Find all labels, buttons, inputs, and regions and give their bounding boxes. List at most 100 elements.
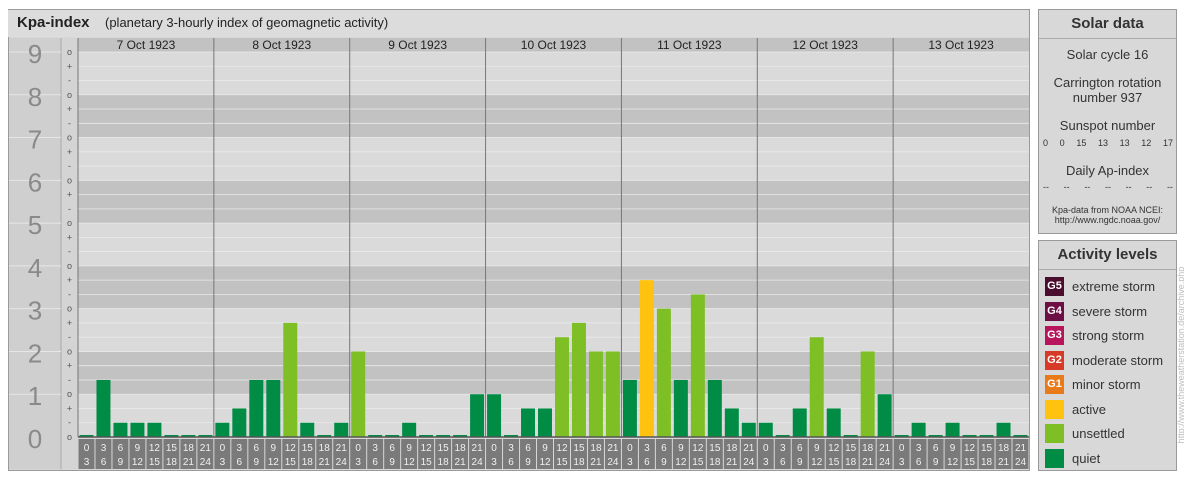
kp-bar xyxy=(402,422,417,437)
interval-end-label: 12 xyxy=(675,457,687,468)
legend-swatch: G2 xyxy=(1045,350,1064,370)
interval-start-label: 12 xyxy=(964,443,976,454)
interval-end-label: 21 xyxy=(590,457,602,468)
sunspot-value: 12 xyxy=(1141,138,1152,148)
kp-bar xyxy=(758,422,773,437)
interval-start-label: 6 xyxy=(254,443,260,454)
kp-band-8 xyxy=(78,52,1029,95)
y-sub-tick-label: + xyxy=(67,361,72,371)
interval-start-label: 18 xyxy=(455,443,467,454)
legend-label: moderate storm xyxy=(1072,352,1164,368)
legend-label: severe storm xyxy=(1072,303,1148,319)
sunspot-value: 13 xyxy=(1097,138,1108,148)
legend-swatch: G1 xyxy=(1045,375,1064,394)
interval-end-label: 9 xyxy=(118,457,124,468)
y-sub-tick-label: - xyxy=(68,332,71,342)
kp-bar xyxy=(792,408,807,437)
interval-end-label: 3 xyxy=(220,457,226,468)
interval-start-label: 12 xyxy=(421,443,433,454)
kp-band-2 xyxy=(78,308,1029,352)
kp-bar xyxy=(334,422,349,437)
sunspot-value: 17 xyxy=(1162,138,1173,148)
interval-start-label: 6 xyxy=(933,443,939,454)
interval-start-label: 15 xyxy=(573,443,585,454)
legend-item: quiet xyxy=(1045,448,1175,469)
day-label: 10 Oct 1923 xyxy=(521,38,587,52)
y-tick-label: 1 xyxy=(28,381,42,411)
interval-end-label: 21 xyxy=(862,457,874,468)
day-label: 9 Oct 1923 xyxy=(388,38,447,52)
kp-band-6 xyxy=(78,137,1029,181)
interval-start-label: 6 xyxy=(525,443,531,454)
y-sub-tick-label: + xyxy=(67,232,72,242)
interval-end-label: 15 xyxy=(149,457,161,468)
interval-start-label: 6 xyxy=(661,443,667,454)
legend-swatch: G4 xyxy=(1045,301,1064,321)
legend-label: strong storm xyxy=(1072,328,1145,343)
interval-end-label: 12 xyxy=(947,457,959,468)
activity-levels-heading: Activity levels xyxy=(1039,241,1176,270)
interval-end-label: 9 xyxy=(254,457,260,468)
interval-end-label: 12 xyxy=(404,457,416,468)
interval-end-label: 6 xyxy=(644,457,650,468)
interval-start-label: 0 xyxy=(899,443,905,454)
interval-start-label: 15 xyxy=(981,443,993,454)
watermark: http://www.theweatherstation.de/archive.… xyxy=(1176,250,1184,470)
y-sub-tick-label: o xyxy=(67,346,72,356)
kp-bar xyxy=(521,408,536,437)
y-sub-tick-label: + xyxy=(67,318,72,328)
kp-bar xyxy=(470,394,485,437)
interval-end-label: 24 xyxy=(1015,457,1027,468)
interval-end-label: 24 xyxy=(336,457,348,468)
interval-end-label: 9 xyxy=(797,457,803,468)
interval-end-label: 18 xyxy=(845,457,857,468)
interval-start-label: 18 xyxy=(998,443,1010,454)
kp-bar xyxy=(266,379,281,437)
interval-end-label: 24 xyxy=(879,457,891,468)
y-sub-tick-label: - xyxy=(68,161,71,171)
interval-end-label: 3 xyxy=(763,457,769,468)
watermark-text: http://www.theweatherstation.de/archive.… xyxy=(1176,266,1184,444)
legend-label: unsettled xyxy=(1072,426,1125,441)
interval-start-label: 3 xyxy=(101,443,107,454)
interval-start-label: 6 xyxy=(797,443,803,454)
interval-start-label: 9 xyxy=(950,443,956,454)
interval-start-label: 6 xyxy=(118,443,124,454)
kp-bar xyxy=(232,408,247,437)
interval-start-label: 15 xyxy=(438,443,450,454)
kp-bar xyxy=(724,408,739,437)
data-source-line-2: http://www.ngdc.noaa.gov/ xyxy=(1054,215,1161,225)
legend-swatch xyxy=(1045,448,1064,468)
day-label: 11 Oct 1923 xyxy=(657,38,722,52)
y-sub-tick-label: o xyxy=(67,175,72,185)
interval-end-label: 21 xyxy=(183,457,195,468)
kp-bar xyxy=(877,394,892,437)
interval-start-label: 18 xyxy=(183,443,195,454)
interval-end-label: 12 xyxy=(132,457,144,468)
ap-index-value: -- xyxy=(1084,182,1091,192)
y-sub-tick-label: - xyxy=(68,76,71,86)
interval-start-label: 3 xyxy=(916,443,922,454)
interval-start-label: 21 xyxy=(879,443,891,454)
kp-bar xyxy=(656,308,671,437)
y-sub-tick-label: - xyxy=(68,289,71,299)
kp-bar xyxy=(639,280,654,437)
interval-start-label: 9 xyxy=(542,443,548,454)
ap-index-value: -- xyxy=(1104,182,1111,192)
interval-start-label: 0 xyxy=(491,443,497,454)
legend-item: G3 strong storm xyxy=(1045,326,1175,346)
interval-start-label: 18 xyxy=(726,443,738,454)
y-tick-label: 4 xyxy=(28,253,42,283)
y-sub-tick-label: + xyxy=(67,403,72,413)
y-sub-tick-label: + xyxy=(67,147,72,157)
day-label: 8 Oct 1923 xyxy=(252,38,311,52)
sunspot-value: 0 xyxy=(1059,138,1065,148)
kp-bar xyxy=(571,322,586,437)
interval-start-label: 15 xyxy=(302,443,314,454)
solar-cycle-text: Solar cycle 16 xyxy=(1066,47,1149,62)
kp-bar xyxy=(826,408,841,437)
interval-end-label: 21 xyxy=(998,457,1010,468)
interval-start-label: 21 xyxy=(200,443,212,454)
y-sub-tick-label: - xyxy=(68,204,71,214)
interval-start-label: 3 xyxy=(237,443,243,454)
